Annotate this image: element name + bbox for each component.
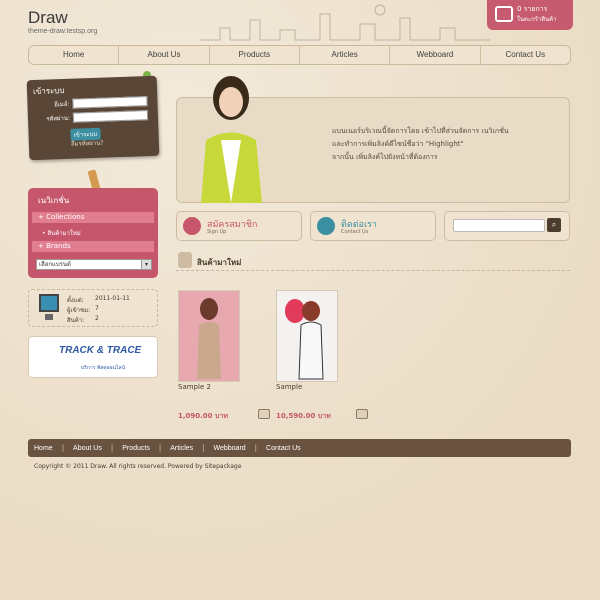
product-image-1[interactable]	[178, 290, 240, 382]
brand-select-value: เลือกแบรนด์	[39, 261, 71, 268]
footer-nav: Home | About Us | Products | Articles | Webb…	[28, 439, 571, 457]
category-title: เนวิเกชั่น	[38, 196, 70, 205]
cart-icon	[495, 6, 513, 22]
search-button[interactable]: ⌕	[547, 218, 561, 232]
collections-item-new[interactable]: • สินค้ามาใหม่	[42, 228, 81, 238]
banner-text: แบนเนอร์บริเวณนี้จัดการโดย เข้าไปที่ส่วน…	[332, 127, 509, 161]
contact-card[interactable]: ติดต่อเรา Contact Us	[310, 211, 436, 241]
signup-sub: Sign Up	[207, 229, 227, 235]
stat-since: ตั้งแต่: 2011-01-11	[67, 295, 130, 305]
forgot-password-link[interactable]: ลืมรหัสผ่าน?	[71, 138, 104, 149]
footer-separator: |	[254, 444, 258, 452]
nav-home[interactable]: Home	[29, 46, 120, 64]
footer-separator: |	[61, 444, 65, 452]
stat-products: สินค้า: 2	[67, 315, 99, 325]
product-image-2[interactable]	[276, 290, 338, 382]
stat-visitors-value: 7	[95, 305, 99, 312]
password-label: รหัสผ่าน:	[46, 114, 71, 123]
password-field[interactable]	[72, 110, 149, 123]
chevron-down-icon: ▾	[141, 260, 151, 269]
track-trace-sub: บริการ พัสดุออนไลน์	[81, 365, 125, 371]
product-photo-2	[285, 299, 324, 380]
footer-separator: |	[110, 444, 114, 452]
product-price-2: 10,590.00 บาท	[276, 412, 331, 420]
skyline-decoration	[200, 4, 490, 41]
stat-visitors: ผู้เข้าชม: 7	[67, 305, 99, 315]
stat-since-value: 2011-01-11	[95, 295, 130, 302]
cart-button[interactable]: 0 รายการ ในตะกร้าสินค้า	[487, 0, 573, 30]
brand-select[interactable]: เลือกแบรนด์ ▾	[36, 259, 152, 270]
footer-home[interactable]: Home	[34, 445, 53, 452]
stat-since-label: ตั้งแต่:	[67, 297, 84, 304]
main-nav: Home About Us Products Articles Webboard…	[28, 45, 571, 65]
collections-toggle[interactable]: + Collections	[32, 212, 154, 223]
add-to-cart-icon[interactable]	[258, 409, 270, 419]
stat-products-value: 2	[95, 315, 99, 322]
nav-articles[interactable]: Articles	[300, 46, 391, 64]
stat-products-label: สินค้า:	[67, 317, 85, 324]
stat-visitors-label: ผู้เข้าชม:	[67, 307, 91, 314]
footer-articles[interactable]: Articles	[170, 445, 193, 452]
collections-item-label: สินค้ามาใหม่	[47, 230, 81, 237]
footer-contact-us[interactable]: Contact Us	[266, 445, 301, 452]
footer-separator: |	[202, 444, 205, 452]
pencil-icon	[183, 217, 201, 235]
email-field[interactable]	[72, 96, 148, 109]
monitor-icon	[39, 294, 59, 312]
new-products-title: สินค้ามาใหม่	[197, 258, 242, 267]
brands-toggle[interactable]: + Brands	[32, 241, 154, 252]
model-photo	[201, 76, 262, 203]
stats-box: ตั้งแต่: 2011-01-11 ผู้เข้าชม: 7 สินค้า: 2	[28, 289, 158, 327]
phone-icon	[317, 217, 335, 235]
product-name-1[interactable]: Sample 2	[178, 383, 211, 391]
product-photo-1	[197, 298, 221, 379]
nav-products[interactable]: Products	[210, 46, 300, 64]
password-row: รหัสผ่าน:	[32, 110, 149, 124]
search-icon: ⌕	[551, 220, 557, 229]
search-input[interactable]	[453, 219, 545, 232]
track-trace-logo: TRACK & TRACE	[59, 345, 142, 356]
email-row: อีเมล์:	[31, 96, 148, 110]
footer-products[interactable]: Products	[122, 445, 150, 452]
product-name-2[interactable]: Sample	[276, 383, 302, 391]
shirt-icon	[178, 252, 192, 268]
site-subtitle: theme-draw.testsp.org	[28, 28, 98, 35]
footer-separator: |	[158, 444, 162, 452]
login-title: เข้าระบบ	[32, 85, 65, 97]
copyright: Copyright © 2011 Draw. All rights reserv…	[34, 463, 242, 470]
footer-about-us[interactable]: About Us	[73, 445, 102, 452]
monitor-stand	[45, 314, 53, 320]
cart-label: ในตะกร้าสินค้า	[517, 16, 557, 23]
product-price-1: 1,090.00 บาท	[178, 412, 228, 420]
track-trace-banner[interactable]: TRACK & TRACE บริการ พัสดุออนไลน์	[28, 336, 158, 378]
site-title[interactable]: Draw	[28, 8, 68, 28]
login-box: เข้าระบบ อีเมล์: รหัสผ่าน: เข้าระบบ ลืมร…	[26, 75, 160, 161]
email-label: อีเมล์:	[54, 100, 70, 109]
category-box: เนวิเกชั่น + Collections • สินค้ามาใหม่ …	[28, 188, 158, 278]
contact-sub: Contact Us	[341, 229, 369, 235]
signup-card[interactable]: สมัครสมาชิก Sign Up	[176, 211, 302, 241]
search-card: ⌕	[444, 211, 570, 241]
footer-webboard[interactable]: Webboard	[214, 445, 246, 452]
section-divider	[176, 270, 570, 271]
nav-webboard[interactable]: Webboard	[390, 46, 481, 64]
nav-about-us[interactable]: About Us	[119, 46, 210, 64]
nav-contact-us[interactable]: Contact Us	[481, 46, 570, 64]
add-to-cart-icon[interactable]	[356, 409, 368, 419]
